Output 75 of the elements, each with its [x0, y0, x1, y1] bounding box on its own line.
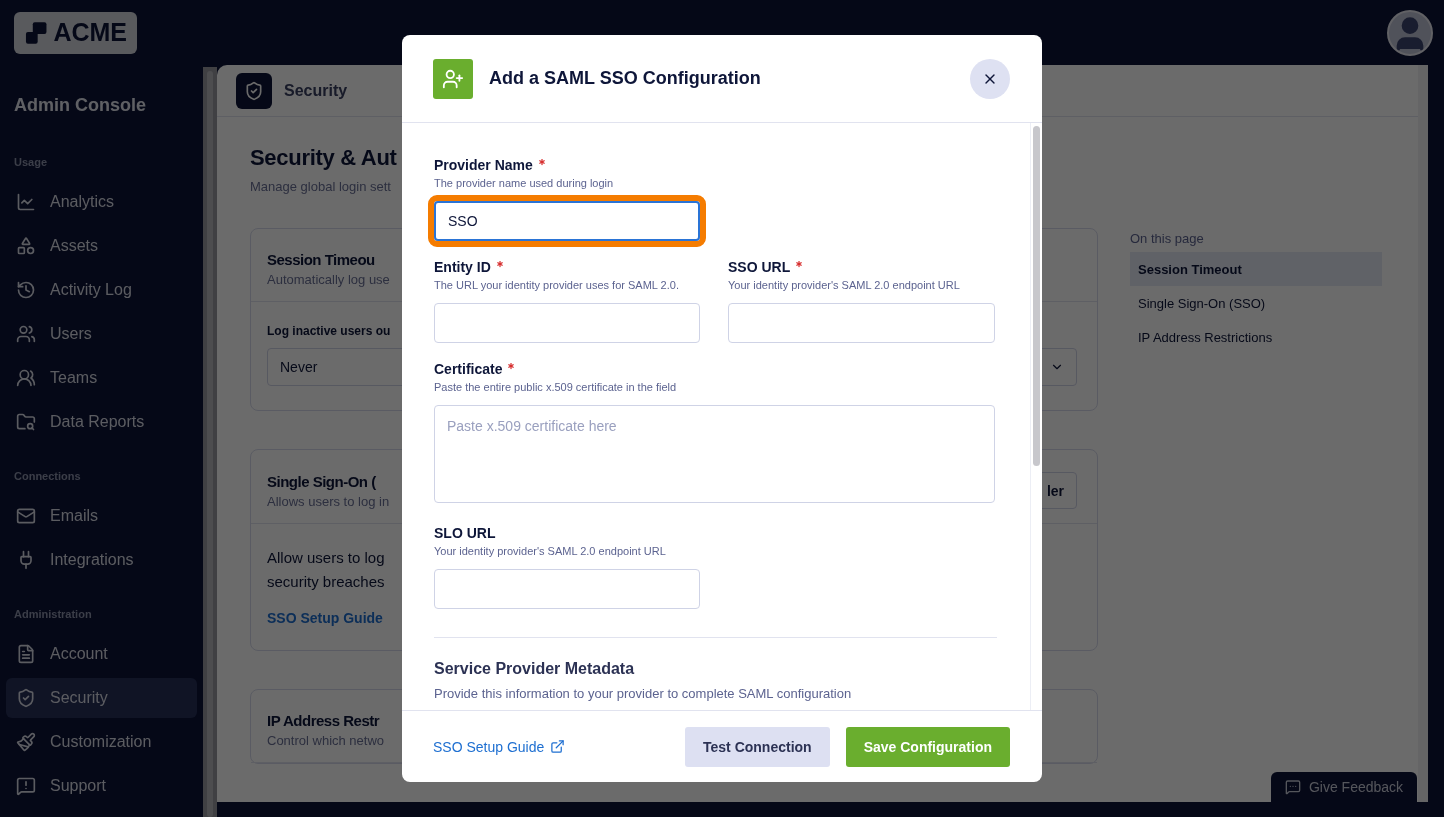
avatar-icon[interactable]: [1387, 9, 1433, 56]
sidebar-item[interactable]: Emails: [6, 496, 197, 536]
sidebar-item[interactable]: Data Reports: [6, 402, 197, 442]
sidebar-item[interactable]: Teams: [6, 358, 197, 398]
page-title: Security & Aut: [250, 145, 397, 171]
section-title: Service Provider Metadata: [434, 660, 636, 678]
field-hint: The URL your identity provider uses for SAML 2.0.: [434, 278, 680, 293]
sidebar-title: Admin Console: [13, 95, 147, 116]
sidebar-item[interactable]: Customization: [6, 722, 197, 762]
document-icon: [16, 644, 36, 664]
setup-guide-link[interactable]: SSO Setup Guide: [433, 738, 669, 755]
sidebar-item[interactable]: Users: [6, 314, 197, 354]
field-label: SLO URL: [434, 525, 497, 541]
field-label: Entity ID: [434, 259, 700, 275]
card-text: Allow users to log: [267, 548, 385, 568]
sidebar-item[interactable]: Assets: [6, 226, 197, 266]
card-title: Single Sign-On (: [267, 472, 376, 490]
field-hint: The provider name used during login: [434, 176, 615, 191]
scrollbar[interactable]: [1418, 65, 1428, 802]
sidebar-item[interactable]: Security: [6, 678, 197, 718]
toc-heading: On this page: [1130, 231, 1205, 246]
sidebar-item[interactable]: Support: [6, 766, 197, 806]
guide-link[interactable]: SSO Setup Guide: [267, 610, 383, 626]
users-icon: [16, 368, 36, 388]
toc-item[interactable]: Session Timeout: [1130, 252, 1382, 286]
page-subtitle: Manage global login sett: [250, 179, 391, 194]
card-subtitle: Allows users to log in: [267, 493, 390, 509]
select-value: Never: [280, 359, 318, 375]
test-button[interactable]: Test Connection: [685, 726, 830, 767]
close-button[interactable]: [970, 58, 1010, 99]
mail-icon: [16, 506, 36, 526]
acme-logo[interactable]: ACME: [14, 11, 137, 54]
sidebar-item[interactable]: Integrations: [6, 540, 197, 580]
logo-text: ACME: [53, 18, 127, 47]
card-subtitle: Automatically log use: [267, 272, 390, 287]
field-label: Log inactive users ou: [267, 324, 391, 338]
scrollbar[interactable]: [1030, 123, 1042, 710]
shield-icon: [16, 688, 36, 708]
user-plus-icon: [433, 58, 473, 99]
message-icon: [1284, 779, 1301, 795]
feedback-button[interactable]: Give Feedback: [1271, 772, 1417, 802]
brush-icon: [16, 732, 36, 752]
page-header-title: Security: [284, 81, 348, 100]
folder-search-icon: [16, 412, 36, 432]
input-field[interactable]: [728, 303, 995, 343]
chart-line-icon: [16, 192, 36, 212]
toc-item[interactable]: IP Address Restrictions: [1130, 320, 1382, 354]
input-field[interactable]: SSO: [434, 201, 700, 241]
field-hint: Your identity provider's SAML 2.0 endpoint URL: [434, 544, 667, 559]
field-hint: Your identity provider's SAML 2.0 endpoint URL: [728, 278, 961, 293]
input-field[interactable]: [434, 303, 700, 343]
field-label: SSO URL: [728, 259, 995, 275]
card-title: IP Address Restr: [267, 712, 380, 729]
message-icon: [16, 776, 36, 796]
sidebar-item[interactable]: Activity Log: [6, 270, 197, 310]
save-button[interactable]: Save Configuration: [845, 726, 1010, 767]
card-subtitle: Control which netwo: [267, 733, 385, 748]
shield-icon: [236, 72, 272, 109]
clock-icon: [16, 280, 36, 300]
sidebar-item[interactable]: Account: [6, 634, 197, 674]
shapes-icon: [16, 236, 36, 256]
input-field[interactable]: [434, 569, 700, 609]
external-link-icon: [550, 739, 566, 754]
certificate-field[interactable]: Paste x.509 certificate here: [434, 405, 995, 503]
card-text: security breaches: [267, 572, 385, 592]
section-description: Provide this information to your provider to complete SAML configuration: [434, 686, 853, 701]
card-title: Session Timeou: [267, 251, 375, 268]
user-icon: [16, 324, 36, 344]
field-hint: Paste the entire public x.509 certificate in the field: [434, 380, 678, 395]
scrollbar[interactable]: [203, 67, 217, 817]
modal-title: Add a SAML SSO Configuration: [489, 68, 762, 89]
field-label: Provider Name: [434, 157, 700, 173]
field-label: Certificate: [434, 361, 995, 377]
sidebar-item[interactable]: Analytics: [6, 182, 197, 222]
toc-item[interactable]: Single Sign-On (SSO): [1130, 286, 1382, 320]
